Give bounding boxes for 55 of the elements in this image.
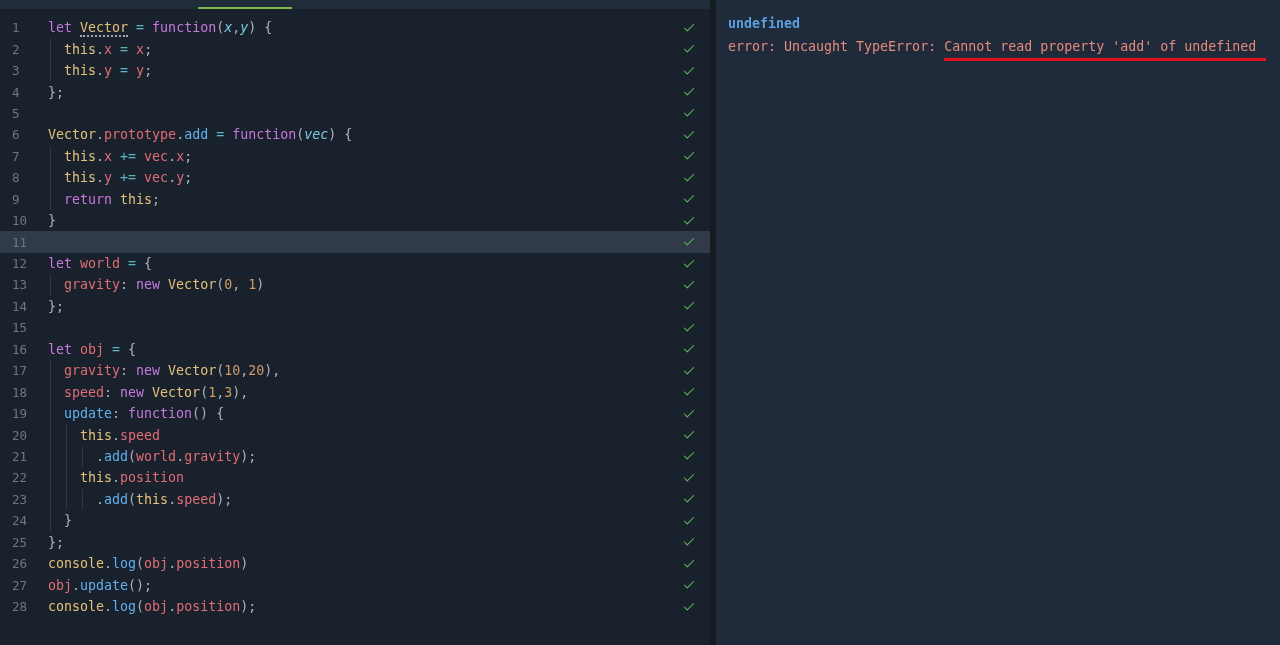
line-number: 7: [11, 148, 21, 164]
line-number: 3: [11, 63, 21, 79]
line-number: 18: [11, 384, 29, 400]
code-line: this.x = x;: [63, 41, 153, 57]
line-number: 2: [11, 41, 21, 57]
code-line: obj.update();: [48, 577, 153, 593]
line-number: 27: [11, 577, 29, 593]
line-number: 16: [11, 341, 29, 357]
line-number: 15: [11, 320, 29, 336]
code-line: gravity: new Vector(10,20),: [63, 363, 281, 379]
code-line: gravity: new Vector(0, 1): [63, 277, 265, 293]
code-line: };: [48, 298, 64, 314]
line-number: 19: [11, 406, 29, 422]
code-line: this.speed: [79, 427, 161, 443]
line-number: 23: [11, 491, 29, 507]
error-text: error: Uncaught TypeError:: [728, 38, 938, 54]
line-number: 24: [11, 513, 29, 529]
line-number: 20: [11, 427, 29, 443]
line-number: 17: [11, 363, 29, 379]
code-line: console.log(obj.position): [48, 556, 249, 572]
code-line: };: [48, 534, 64, 550]
code-line: speed: new Vector(1,3),: [63, 384, 249, 400]
line-number: 8: [11, 170, 21, 186]
line-number: 26: [11, 556, 29, 572]
code-line: this.x += vec.x;: [63, 148, 193, 164]
output-value: undefined: [728, 15, 801, 31]
line-number: 9: [11, 191, 21, 207]
line-number: 5: [11, 105, 21, 121]
code-line: return this;: [63, 191, 161, 207]
line-number: 4: [11, 84, 21, 100]
code-line: }: [63, 513, 73, 529]
line-number: 1: [11, 20, 21, 36]
line-number: 21: [11, 448, 29, 464]
line-number: 11: [11, 234, 29, 250]
line-number: 14: [11, 298, 29, 314]
code-line: console.log(obj.position);: [48, 599, 257, 615]
line-number: 6: [11, 127, 21, 143]
code-line: }: [48, 213, 56, 229]
code-line: let world = {: [48, 256, 153, 272]
line-number: 22: [11, 470, 29, 486]
code-line: };: [48, 84, 64, 100]
line-number: 13: [11, 277, 29, 293]
code-line: update: function() {: [63, 406, 225, 422]
code-line: Vector.prototype.add = function(vec) {: [48, 127, 353, 143]
code-line: this.position: [79, 470, 185, 486]
code-line: .add(this.speed);: [95, 491, 233, 507]
code-line: this.y += vec.y;: [63, 170, 193, 186]
line-number: 12: [11, 256, 29, 272]
code-line: let obj = {: [48, 341, 137, 357]
code-line: .add(world.gravity);: [95, 448, 257, 464]
line-number: 10: [11, 213, 29, 229]
code-line: this.y = y;: [63, 63, 153, 79]
line-number: 25: [11, 534, 29, 550]
line-number: 28: [11, 599, 29, 615]
underlined-error-text: Cannot read property 'add' of undefined: [944, 38, 1267, 61]
